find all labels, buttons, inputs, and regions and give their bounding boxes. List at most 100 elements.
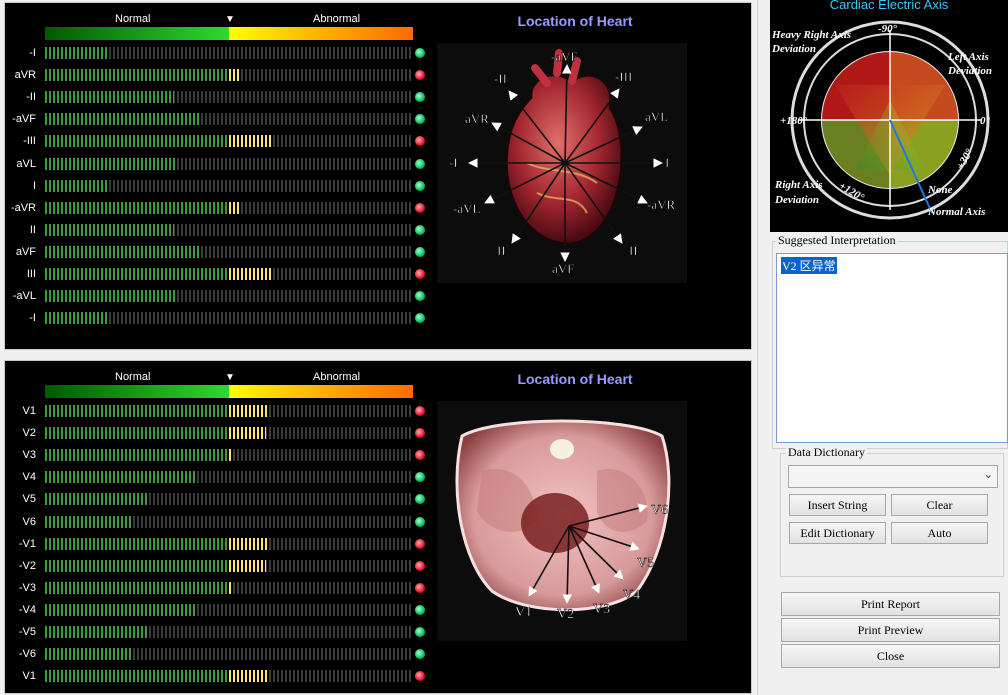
interpretation-text[interactable]: V2 区异常 (781, 257, 837, 274)
lead-label: -V4 (18, 603, 36, 616)
heart-label-II: II (497, 243, 506, 258)
lead-label: -V2 (18, 559, 36, 572)
auto-button[interactable]: Auto (891, 522, 988, 544)
lead-row: V3 (5, 448, 435, 462)
lead-row: -V4 (5, 603, 435, 617)
lead-level-bar (45, 493, 413, 506)
lead-row: V2 (5, 426, 435, 440)
lead-level-bar (45, 268, 413, 280)
status-red-indicator-icon (415, 269, 425, 279)
dictionary-select[interactable]: ⌄ (788, 465, 998, 488)
limb-leads-panel: Normal ▼ Abnormal -I aVR -II -aVF -III aVL I -a… (4, 2, 752, 350)
status-green-indicator-icon (415, 313, 425, 324)
chest-leads-panel: Normal ▼ Abnormal V1 V2 V3 V4 V5 V6 -V1 -V2 -V3 -… (4, 360, 752, 694)
status-green-indicator-icon (415, 92, 425, 103)
lead-level-bar (45, 515, 413, 528)
lead-label: -I (29, 47, 36, 59)
heart-label-maVL: -aVL (453, 201, 480, 216)
lead-label: V3 (22, 449, 36, 462)
chest-label-V5: V5 (637, 556, 654, 571)
insert-string-button[interactable]: Insert String (789, 494, 886, 516)
level-fill-abnormal (229, 135, 274, 148)
lead-level-bar (45, 201, 413, 214)
lead-level-bar (45, 405, 413, 417)
level-fill-normal (45, 449, 229, 462)
chest-label-V4: V4 (623, 588, 640, 603)
print-report-button[interactable]: Print Report (781, 592, 1000, 616)
level-fill-normal (45, 91, 174, 104)
level-fill-normal (45, 648, 134, 661)
lead-row: V1 (5, 669, 435, 683)
lead-row: -V3 (5, 581, 435, 595)
status-green-indicator-icon (415, 649, 425, 660)
lead-level-bar (45, 537, 413, 550)
level-fill-normal (45, 626, 149, 638)
lead-row: I (5, 179, 435, 193)
scale-normal-label: Normal (115, 371, 151, 383)
lead-label: aVL (16, 157, 36, 170)
close-button[interactable]: Close (781, 644, 1000, 668)
lead-level-bar (45, 648, 413, 661)
axis-deg-0: 0° (980, 115, 991, 127)
lead-row: aVR (5, 68, 435, 82)
level-fill-normal (45, 515, 134, 528)
heart-frontal-diagram: -aVF -II -III aVR aVL -I I -aVL -aVR II … (437, 43, 687, 283)
lead-level-bar (45, 471, 413, 484)
lead-label: V4 (22, 471, 36, 484)
level-fill-normal (45, 223, 174, 236)
lead-level-bar (45, 223, 413, 236)
lead-row: -V1 (5, 537, 435, 551)
lead-label: aVF (15, 245, 36, 258)
level-fill-abnormal (229, 69, 241, 82)
lead-label: V2 (22, 427, 36, 440)
status-green-indicator-icon (415, 472, 425, 483)
heart-label-I: I (665, 155, 669, 170)
heart-label-aVR: aVR (465, 111, 489, 126)
cardiac-axis-panel: Cardiac Electric Axis -90° +180° 0° +30°… (770, 0, 1008, 232)
level-fill-abnormal (229, 427, 266, 440)
dictionary-label: Data Dictionary (786, 445, 867, 460)
lead-row: -V5 (5, 625, 435, 639)
lead-row: -III (5, 134, 435, 148)
lead-level-bar (45, 135, 413, 148)
lead-level-bar (45, 47, 413, 59)
lead-row: aVF (5, 245, 435, 259)
lead-row: -aVF (5, 112, 435, 126)
status-red-indicator-icon (415, 450, 425, 461)
lead-row: -aVL (5, 289, 435, 303)
level-fill-normal (45, 670, 229, 683)
axis-wheel: -90° +180° 0° +30° +120° Heavy Right Axi… (771, 20, 992, 220)
interpretation-textbox[interactable]: V2 区异常 (776, 253, 1008, 443)
lead-label: -I (29, 312, 36, 325)
edit-dictionary-button[interactable]: Edit Dictionary (789, 522, 886, 544)
axis-heavy-right-line2: Deviation (771, 43, 816, 55)
status-red-indicator-icon (415, 70, 425, 81)
status-red-indicator-icon (415, 202, 425, 213)
scale-marker-icon: ▼ (225, 372, 235, 383)
lead-label: -V5 (18, 626, 36, 638)
print-preview-button[interactable]: Print Preview (781, 618, 1000, 642)
axis-right-line1: Right Axis (774, 179, 823, 191)
scale-gradient-bar (45, 385, 413, 398)
clear-button[interactable]: Clear (891, 494, 988, 516)
heart-label-III: II (629, 243, 638, 258)
lead-label: -aVF (12, 113, 36, 126)
chest-label-V1: V1 (515, 605, 532, 620)
heart-label-mI: -I (449, 155, 458, 170)
lead-level-bar (45, 427, 413, 440)
status-red-indicator-icon (415, 560, 425, 571)
level-fill-abnormal (229, 449, 233, 462)
lead-level-bar (45, 449, 413, 462)
chest-label-V2: V2 (557, 607, 574, 622)
lead-level-bar (45, 626, 413, 638)
heart-label-maVR: -aVR (647, 197, 675, 212)
heart-svg: -aVF -II -III aVR aVL -I I -aVL -aVR II … (449, 49, 676, 276)
scale-normal-label: Normal (115, 13, 151, 25)
heart-location-title: Location of Heart (517, 13, 633, 29)
heart-label-maVF: -aVF (551, 49, 578, 64)
level-fill-normal (45, 405, 229, 417)
level-fill-abnormal (229, 268, 274, 280)
status-green-indicator-icon (415, 180, 425, 191)
status-red-indicator-icon (415, 671, 425, 682)
axis-right-line2: Deviation (774, 194, 819, 206)
